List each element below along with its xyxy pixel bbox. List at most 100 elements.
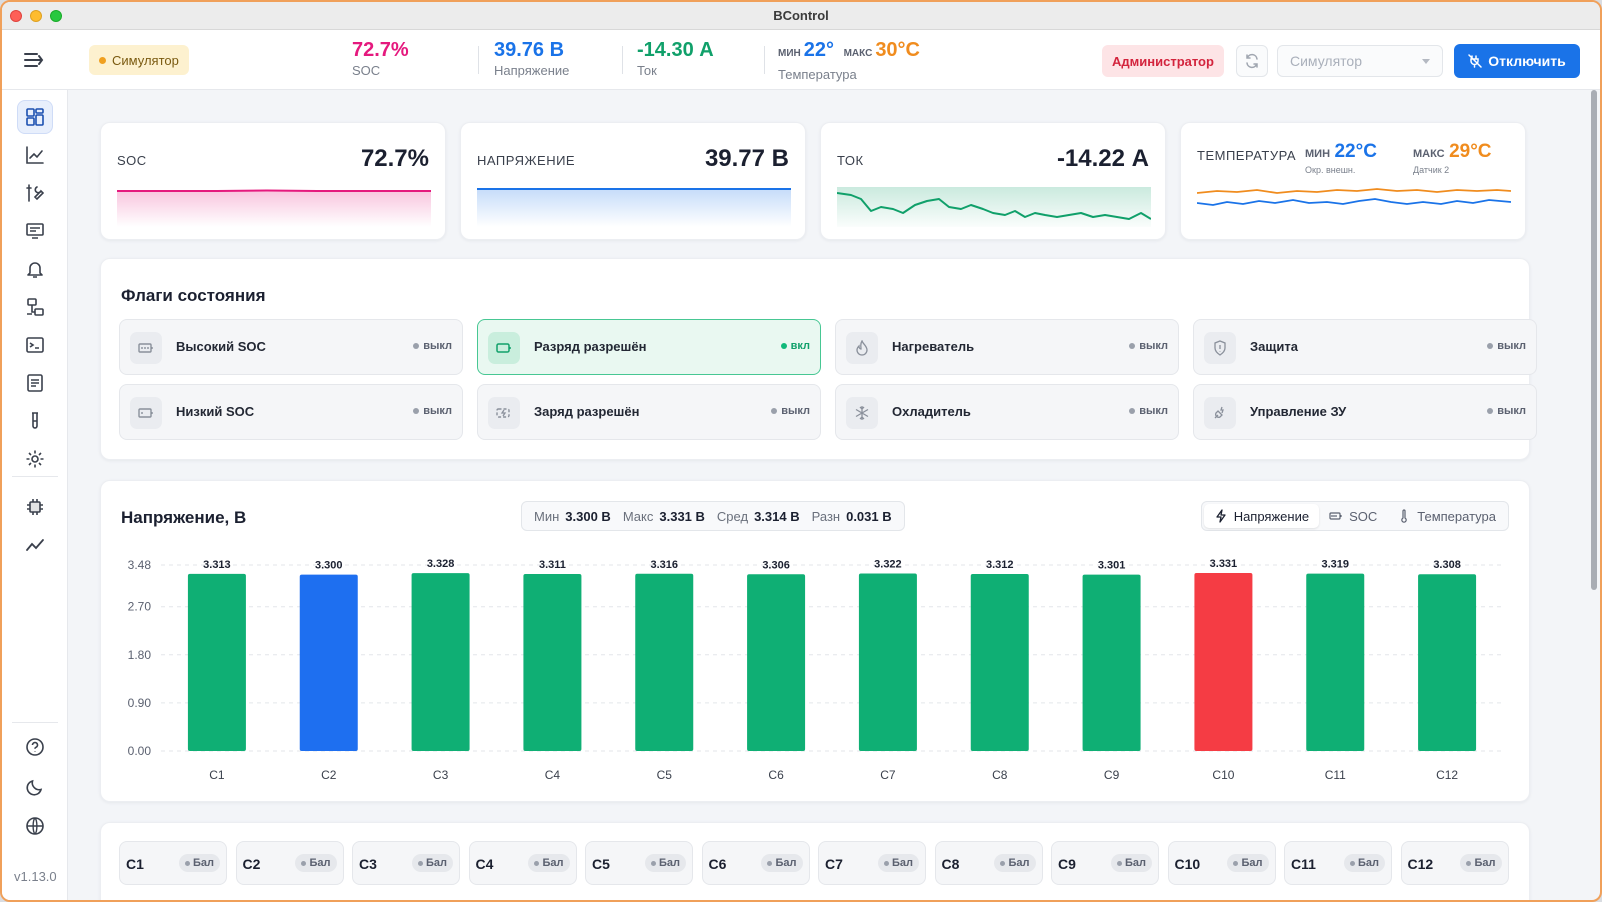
globe-icon — [26, 817, 44, 835]
cell-tag-c7[interactable]: C7 Бал — [818, 841, 926, 885]
header-voltage-label: Напряжение — [494, 63, 570, 78]
bar-value-label: 3.300 — [315, 560, 343, 572]
battery-discharge-icon — [488, 332, 520, 364]
y-tick-label: 1.80 — [128, 648, 152, 662]
cell-tag-c8[interactable]: C8 Бал — [934, 841, 1043, 885]
sidebar-item-network[interactable] — [17, 290, 53, 324]
cell-tag-c12[interactable]: C12 Бал — [1400, 841, 1509, 885]
balance-badge-label: Бал — [1474, 857, 1496, 869]
flag-name: Низкий SOC — [176, 404, 255, 419]
sidebar-item-charts[interactable] — [17, 138, 53, 172]
lightning-icon — [1216, 509, 1226, 523]
bar-value-label: 3.313 — [203, 559, 231, 571]
balance-badge: Бал — [1460, 854, 1502, 872]
flag-name: Охладитель — [892, 404, 971, 419]
x-tick-label: C11 — [1325, 768, 1346, 782]
balance-badge: Бал — [411, 854, 453, 872]
bar-c11 — [1306, 573, 1365, 751]
x-tick-label: C10 — [1212, 768, 1234, 782]
flag-protection: Защита выкл — [1193, 319, 1537, 375]
cell-tag-c3[interactable]: C3 Бал — [352, 841, 460, 885]
refresh-button[interactable] — [1236, 45, 1268, 77]
sidebar-divider — [12, 722, 58, 723]
chevron-down-icon — [1422, 59, 1430, 64]
cell-tag-c4[interactable]: C4 Бал — [468, 841, 577, 885]
kpi-temp-min-label: МИН — [1305, 148, 1331, 160]
sidebar-item-terminal[interactable] — [17, 328, 53, 362]
sidebar-item-chip[interactable] — [17, 490, 53, 524]
balance-badge: Бал — [528, 854, 570, 872]
battery-charge-icon — [488, 397, 520, 429]
language-button[interactable] — [17, 809, 53, 843]
flag-state: выкл — [771, 405, 810, 417]
chart-line-icon — [26, 146, 44, 164]
cell-tag-c10[interactable]: C10 Бал — [1167, 841, 1276, 885]
sidebar-item-logs[interactable] — [17, 366, 53, 400]
cell-tag-c6[interactable]: C6 Бал — [701, 841, 810, 885]
status-dot-icon — [417, 860, 423, 866]
cell-tag-c5[interactable]: C5 Бал — [585, 841, 693, 885]
header-temperature-label: Температура — [778, 67, 857, 82]
cell-tag-c9[interactable]: C9 Бал — [1051, 841, 1159, 885]
tab-soc[interactable]: SOC — [1319, 504, 1387, 528]
theme-toggle-button[interactable] — [17, 770, 53, 804]
status-dot-icon — [1116, 860, 1122, 866]
kpi-soc-label: SOC — [117, 153, 147, 168]
disconnect-button[interactable]: Отключить — [1454, 44, 1580, 78]
sidebar-divider — [12, 476, 58, 477]
cell-tag-name: C6 — [708, 856, 727, 872]
flag-name: Высокий SOC — [176, 339, 266, 354]
header-temp-max-label: МАКС — [843, 48, 873, 59]
flag-state: выкл — [1129, 405, 1168, 417]
y-tick-label: 3.48 — [128, 558, 152, 572]
sidebar-item-dashboard[interactable] — [17, 100, 53, 134]
close-window-button[interactable] — [10, 10, 22, 22]
header-soc-value: 72.7% — [352, 39, 409, 61]
flag-name: Разряд разрешён — [534, 339, 647, 354]
flag-name: Управление ЗУ — [1250, 404, 1347, 419]
kpi-temp-max: МАКС 29°C Датчик 2 — [1413, 141, 1492, 175]
x-tick-label: C3 — [433, 768, 449, 782]
device-select[interactable]: Симулятор — [1277, 45, 1443, 77]
cell-tag-name: C10 — [1174, 856, 1201, 872]
cell-tag-c2[interactable]: C2 Бал — [235, 841, 344, 885]
sidebar-item-tools[interactable] — [17, 176, 53, 210]
balance-badge-label: Бал — [425, 857, 447, 869]
document-icon — [27, 374, 43, 392]
header-temperature: МИН 22° МАКС 30°C Температура — [778, 39, 920, 82]
cell-tag-name: C5 — [592, 856, 610, 872]
help-button[interactable] — [17, 730, 53, 764]
maximize-window-button[interactable] — [50, 10, 62, 22]
divider — [478, 46, 479, 74]
balance-badge: Бал — [1227, 854, 1269, 872]
balance-badge: Бал — [994, 854, 1036, 872]
sidebar-item-alerts[interactable] — [17, 252, 53, 286]
balance-badge: Бал — [877, 854, 919, 872]
cell-tag-c11[interactable]: C11 Бал — [1284, 841, 1392, 885]
tab-temperature[interactable]: Температура — [1387, 504, 1506, 528]
flag-state-text: вкл — [790, 340, 810, 352]
kpi-current-value: -14.22 А — [1056, 145, 1149, 172]
tab-voltage[interactable]: Напряжение — [1203, 504, 1320, 528]
device-select-placeholder: Симулятор — [1290, 53, 1362, 69]
sidebar-item-settings[interactable] — [17, 442, 53, 476]
sidebar-item-monitor[interactable] — [17, 214, 53, 248]
flag-state: выкл — [413, 340, 452, 352]
scrollbar-thumb[interactable] — [1591, 90, 1597, 590]
header-current: -14.30 А Ток — [637, 39, 714, 78]
menu-toggle-icon[interactable] — [22, 50, 46, 70]
minimize-window-button[interactable] — [30, 10, 42, 22]
cell-tag-name: C7 — [825, 856, 843, 872]
scrollbar[interactable] — [1590, 90, 1598, 590]
bar-value-label: 3.308 — [1433, 559, 1461, 571]
kpi-card-temperature: ТЕМПЕРАТУРА МИН 22°C Окр. внешн. МАКС 29… — [1180, 122, 1526, 240]
help-icon — [26, 738, 44, 756]
sidebar-item-tests[interactable] — [17, 404, 53, 438]
flag-state: выкл — [1129, 340, 1168, 352]
temperature-sparkline — [1197, 188, 1511, 206]
bar-c8 — [970, 573, 1029, 751]
sidebar-item-trends[interactable] — [17, 528, 53, 562]
bell-icon — [27, 262, 43, 278]
cell-tag-c1[interactable]: C1 Бал — [119, 841, 227, 885]
terminal-icon — [26, 337, 44, 353]
